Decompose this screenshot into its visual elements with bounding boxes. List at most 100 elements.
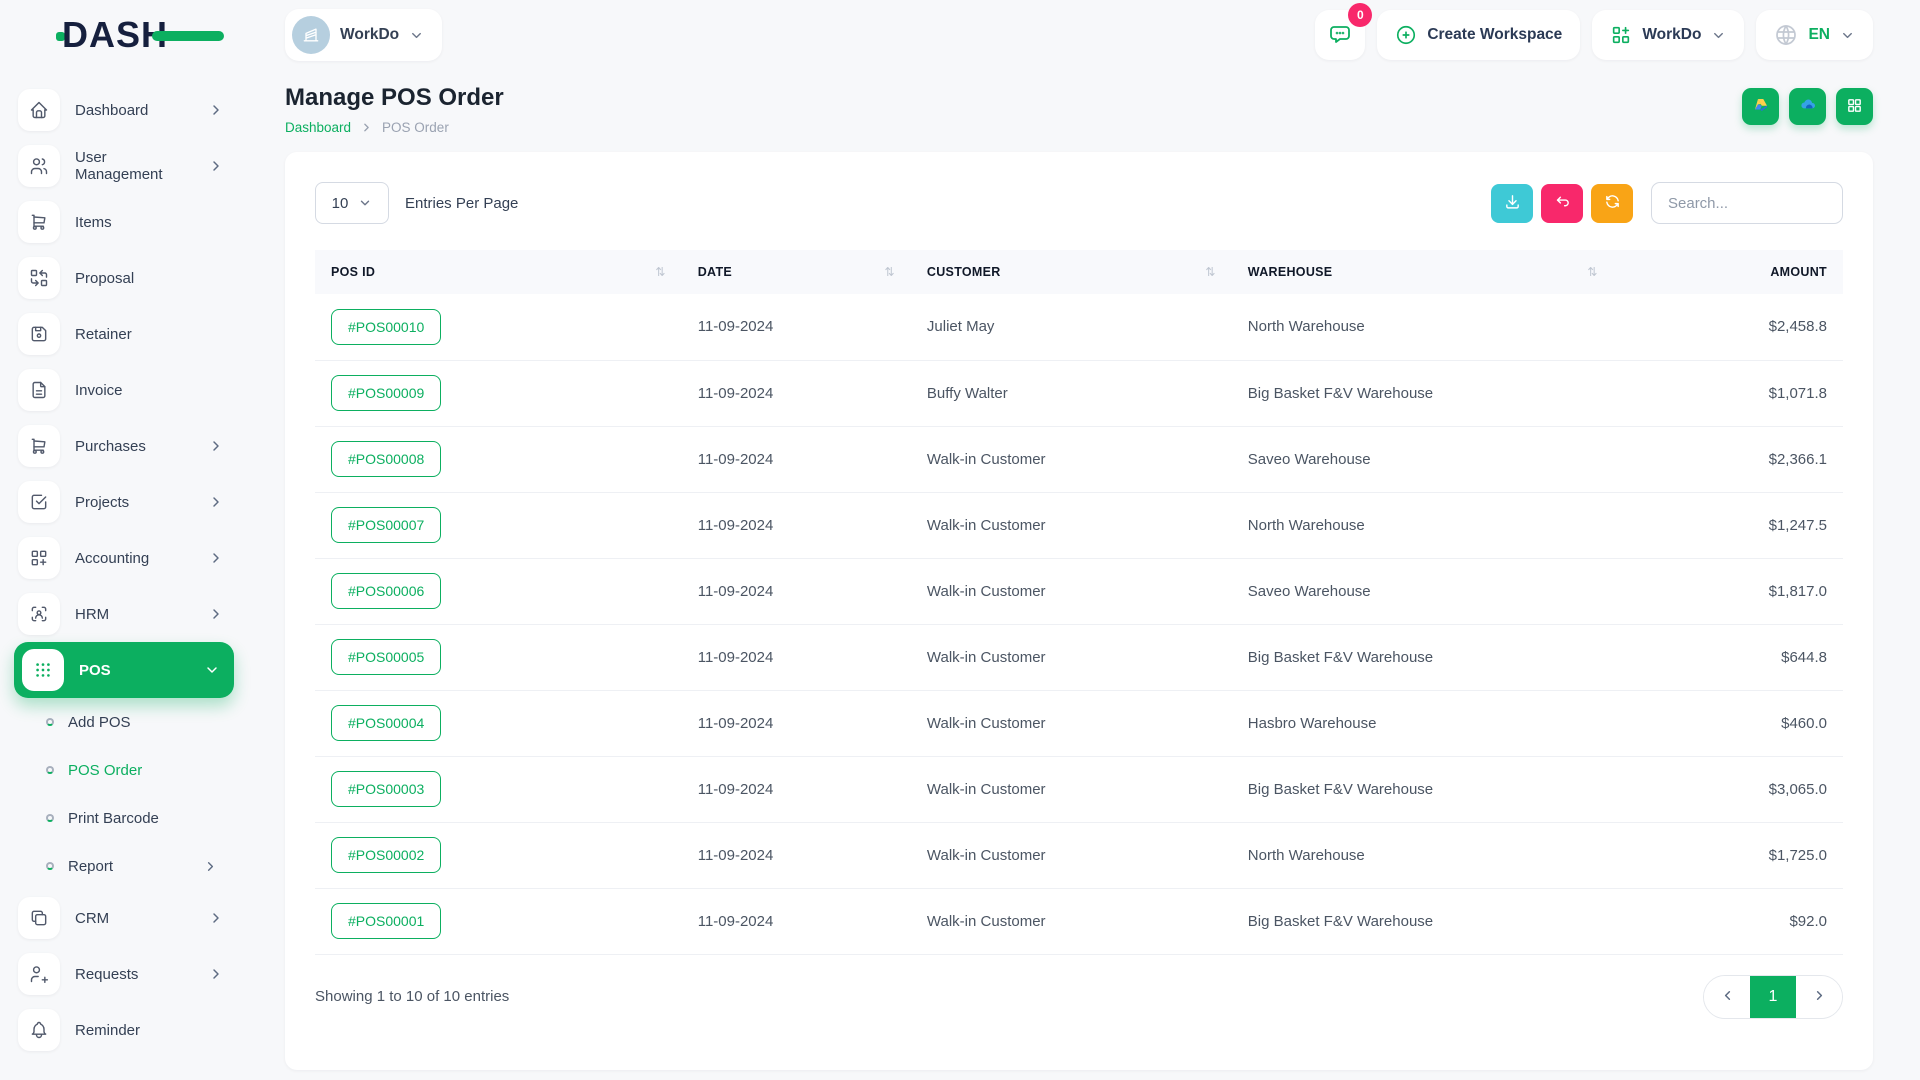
pos-id-badge[interactable]: #POS00002 — [331, 837, 441, 873]
sidebar-item-user-management[interactable]: User Management — [0, 138, 270, 194]
pos-id-badge[interactable]: #POS00001 — [331, 903, 441, 939]
workspace-avatar — [292, 16, 330, 54]
next-page-button[interactable] — [1796, 976, 1842, 1018]
sidebar-item-purchases[interactable]: Purchases — [0, 418, 270, 474]
sidebar-subitem-pos-order[interactable]: POS Order — [0, 746, 270, 794]
bullet-icon — [46, 862, 54, 870]
sidebar-item-reminder[interactable]: Reminder — [0, 1002, 270, 1058]
sidebar-item-hrm[interactable]: HRM — [0, 586, 270, 642]
entries-per-page-label: Entries Per Page — [405, 195, 518, 212]
sidebar-item-requests[interactable]: Requests — [0, 946, 270, 1002]
sidebar-item-retainer[interactable]: Retainer — [0, 306, 270, 362]
sidebar-item-label: Invoice — [75, 382, 123, 399]
warehouse-name: Big Basket F&V Warehouse — [1232, 624, 1614, 690]
google-drive-export-button[interactable] — [1742, 88, 1779, 125]
column-header-warehouse[interactable]: WAREHOUSE — [1232, 250, 1614, 294]
chevron-right-icon — [203, 859, 218, 874]
warehouse-name: Hasbro Warehouse — [1232, 690, 1614, 756]
pos-id-badge[interactable]: #POS00007 — [331, 507, 441, 543]
customer-name: Walk-in Customer — [911, 822, 1232, 888]
order-amount: $92.0 — [1614, 888, 1843, 954]
sidebar-item-projects[interactable]: Projects — [0, 474, 270, 530]
grid-icon — [1846, 97, 1863, 117]
company-menu-button[interactable]: WorkDo — [1592, 10, 1744, 60]
pos-id-badge[interactable]: #POS00006 — [331, 573, 441, 609]
page-number-button[interactable]: 1 — [1750, 976, 1796, 1018]
workspace-switcher[interactable]: WorkDo — [285, 9, 442, 61]
sidebar-item-items[interactable]: Items — [0, 194, 270, 250]
warehouse-name: Big Basket F&V Warehouse — [1232, 360, 1614, 426]
sidebar-item-label: Retainer — [75, 326, 132, 343]
sidebar-subitem-print-barcode[interactable]: Print Barcode — [0, 794, 270, 842]
breadcrumb-dashboard-link[interactable]: Dashboard — [285, 120, 351, 135]
chevron-right-icon — [360, 121, 373, 134]
pos-id-badge[interactable]: #POS00003 — [331, 771, 441, 807]
sort-icon[interactable] — [885, 265, 895, 279]
order-amount: $644.8 — [1614, 624, 1843, 690]
pos-order-card: 10 Entries Per Page — [285, 152, 1873, 1070]
sidebar-item-dashboard[interactable]: Dashboard — [0, 82, 270, 138]
onedrive-export-button[interactable] — [1789, 88, 1826, 125]
messages-button[interactable]: 0 — [1315, 10, 1365, 60]
pos-id-badge[interactable]: #POS00005 — [331, 639, 441, 675]
sidebar-menu: Dashboard User Management Items — [0, 70, 270, 1058]
table-row: #POS00002 11-09-2024 Walk-in Customer No… — [315, 822, 1843, 888]
pos-id-badge[interactable]: #POS00010 — [331, 309, 441, 345]
pos-id-badge[interactable]: #POS00008 — [331, 441, 441, 477]
pagination: 1 — [1703, 975, 1843, 1019]
topbar: WorkDo 0 Create Workspace — [270, 0, 1920, 70]
entries-per-page-select[interactable]: 10 — [315, 182, 389, 224]
pos-id-badge[interactable]: #POS00009 — [331, 375, 441, 411]
column-header-date[interactable]: DATE — [682, 250, 911, 294]
table-row: #POS00008 11-09-2024 Walk-in Customer Sa… — [315, 426, 1843, 492]
search-input[interactable] — [1651, 182, 1843, 224]
sidebar-item-label: Accounting — [75, 550, 149, 567]
sidebar-item-label: Proposal — [75, 270, 134, 287]
sidebar-subitem-label: Add POS — [68, 714, 131, 731]
chevron-left-icon — [1720, 988, 1735, 1006]
bullet-icon — [46, 718, 54, 726]
warehouse-name: Big Basket F&V Warehouse — [1232, 888, 1614, 954]
customer-name: Buffy Walter — [911, 360, 1232, 426]
refresh-button[interactable] — [1591, 184, 1633, 223]
chevron-right-icon — [208, 494, 224, 510]
sort-icon[interactable] — [655, 265, 665, 279]
reset-button[interactable] — [1541, 184, 1583, 223]
export-button[interactable] — [1491, 184, 1533, 223]
layout-grid-button[interactable] — [1836, 88, 1873, 125]
sidebar-subitem-label: Print Barcode — [68, 810, 159, 827]
previous-page-button[interactable] — [1704, 976, 1750, 1018]
column-header-customer[interactable]: CUSTOMER — [911, 250, 1232, 294]
sidebar-item-pos[interactable]: POS — [14, 642, 234, 698]
column-header-pos-id[interactable]: POS ID — [315, 250, 682, 294]
sidebar: DASH Dashboard User Management — [0, 0, 270, 1080]
table-footer: Showing 1 to 10 of 10 entries 1 — [315, 975, 1843, 1019]
refresh-icon — [1604, 193, 1621, 213]
copy-icon — [18, 897, 60, 939]
users-icon — [18, 145, 60, 187]
sidebar-subitem-add-pos[interactable]: Add POS — [0, 698, 270, 746]
sort-icon[interactable] — [1587, 265, 1597, 279]
sidebar-item-invoice[interactable]: Invoice — [0, 362, 270, 418]
apps-icon — [22, 649, 64, 691]
warehouse-name: North Warehouse — [1232, 822, 1614, 888]
warehouse-name: North Warehouse — [1232, 492, 1614, 558]
sort-icon[interactable] — [1205, 265, 1215, 279]
column-header-amount[interactable]: AMOUNT — [1614, 250, 1843, 294]
create-workspace-button[interactable]: Create Workspace — [1377, 10, 1580, 60]
customer-name: Walk-in Customer — [911, 558, 1232, 624]
download-icon — [1504, 193, 1521, 213]
language-menu-button[interactable]: EN — [1756, 10, 1873, 60]
sidebar-item-accounting[interactable]: Accounting — [0, 530, 270, 586]
sidebar-item-label: CRM — [75, 910, 109, 927]
sidebar-subitem-report[interactable]: Report — [0, 842, 270, 890]
cart-icon — [18, 425, 60, 467]
customer-name: Walk-in Customer — [911, 690, 1232, 756]
table-controls: 10 Entries Per Page — [315, 182, 1843, 224]
dash-logo[interactable]: DASH — [0, 0, 270, 70]
sidebar-item-proposal[interactable]: Proposal — [0, 250, 270, 306]
pos-id-badge[interactable]: #POS00004 — [331, 705, 441, 741]
notification-badge: 0 — [1348, 3, 1372, 27]
sidebar-item-crm[interactable]: CRM — [0, 890, 270, 946]
warehouse-name: North Warehouse — [1232, 294, 1614, 360]
